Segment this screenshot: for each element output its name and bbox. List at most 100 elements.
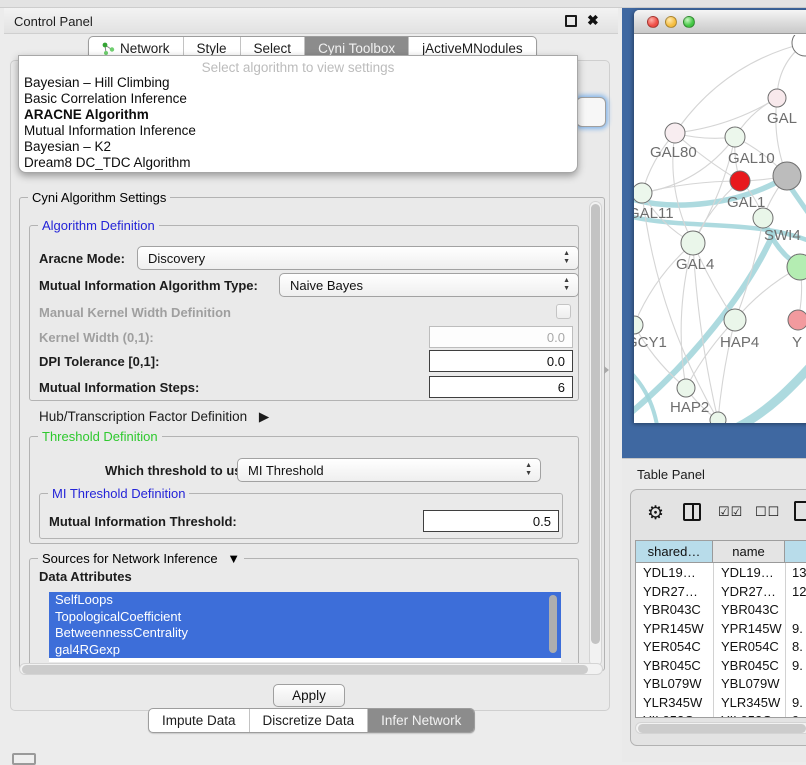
data-attributes-list[interactable]: SelfLoopsTopologicalCoefficientBetweenne… <box>49 592 561 662</box>
settings-vertical-scrollbar[interactable] <box>589 201 602 667</box>
gear-icon[interactable]: ⚙ <box>647 502 664 525</box>
tab-discretize-data[interactable]: Discretize Data <box>250 709 369 732</box>
table-cell[interactable]: 9. <box>792 695 803 710</box>
obscured-combo-focus-ring[interactable] <box>576 97 606 127</box>
network-node-hap2[interactable] <box>677 379 695 397</box>
network-node-hap4[interactable] <box>724 309 746 331</box>
kernel-width-field[interactable]: 0.0 <box>429 326 573 348</box>
algorithm-option[interactable]: Bayesian – K2 <box>19 139 577 155</box>
split-view-icon[interactable] <box>683 503 701 521</box>
column-header-name[interactable]: name <box>713 541 785 563</box>
tab-infer-network[interactable]: Infer Network <box>368 709 474 732</box>
table-cell[interactable]: 12 <box>792 584 806 599</box>
algorithm-option[interactable]: ARACNE Algorithm <box>19 107 577 123</box>
table-cell[interactable]: YDL19… <box>721 565 774 580</box>
docked-panel-icon[interactable] <box>12 753 36 765</box>
list-scrollbar-thumb[interactable] <box>549 595 557 653</box>
table-cell[interactable]: YPR145W <box>643 621 704 636</box>
mi-algorithm-type-value: Naive Bayes <box>290 278 363 293</box>
table-horizontal-scrollbar[interactable] <box>635 722 806 734</box>
table-cell[interactable]: YLR345W <box>643 695 702 710</box>
hub-definition-toggle[interactable]: Hub/Transcription Factor Definition ▶ <box>39 409 269 425</box>
table-cell[interactable]: 13 <box>792 565 806 580</box>
float-window-icon[interactable] <box>565 15 577 27</box>
mi-threshold-field[interactable]: 0.5 <box>423 510 559 532</box>
network-edge[interactable] <box>732 357 806 423</box>
deselect-all-icon[interactable]: ☐☐ <box>755 504 780 520</box>
close-traffic-light[interactable] <box>647 16 659 28</box>
manual-kernel-width-checkbox[interactable] <box>556 304 571 319</box>
table-panel-title: Table Panel <box>637 467 705 482</box>
apply-button[interactable]: Apply <box>273 684 345 707</box>
network-node-gal80[interactable] <box>665 123 685 143</box>
network-node-swi4[interactable] <box>753 208 773 228</box>
collapse-arrow-icon[interactable]: ▼ <box>227 551 240 566</box>
network-node-gal[interactable] <box>768 89 786 107</box>
top-toolbar-strip <box>0 0 806 8</box>
table-cell[interactable]: YIL052C <box>643 713 694 718</box>
attribute-item[interactable]: SelfLoops <box>49 592 561 609</box>
settings-hscroll-thumb[interactable] <box>22 665 588 674</box>
select-all-icon[interactable]: ☑☑ <box>718 504 743 520</box>
network-edge[interactable] <box>634 370 658 423</box>
network-edge[interactable] <box>675 98 777 133</box>
column-header-shared[interactable]: shared… <box>636 541 713 563</box>
node-label: HAP2 <box>670 399 709 416</box>
table-cell[interactable]: YER054C <box>643 639 701 654</box>
table-cell[interactable]: 9 <box>792 713 799 718</box>
close-icon[interactable]: ✖ <box>587 12 599 29</box>
document-icon[interactable] <box>794 501 806 521</box>
table-cell[interactable]: YBL079W <box>721 676 780 691</box>
network-window-titlebar[interactable] <box>634 10 806 34</box>
network-node-gal4[interactable] <box>681 231 705 255</box>
network-node-gcy1[interactable] <box>634 316 643 334</box>
panel-resize-handle[interactable] <box>604 366 609 374</box>
sources-title-text: Sources for Network Inference <box>42 551 218 566</box>
attribute-item[interactable]: TopologicalCoefficient <box>49 609 561 626</box>
table-cell[interactable]: 9. <box>792 658 803 673</box>
network-node-gal1[interactable] <box>730 171 750 191</box>
network-edge[interactable] <box>642 181 740 193</box>
settings-vscroll-thumb[interactable] <box>591 204 600 644</box>
table-cell[interactable]: YLR345W <box>721 695 780 710</box>
network-node[interactable] <box>773 162 801 190</box>
table-cell[interactable]: YIL052C <box>721 713 772 718</box>
network-node-gal10[interactable] <box>725 127 745 147</box>
algorithm-option[interactable]: Mutual Information Inference <box>19 123 577 139</box>
algorithm-option[interactable]: Dream8 DC_TDC Algorithm <box>19 155 577 171</box>
table-cell[interactable]: YDL19… <box>643 565 696 580</box>
network-node-y[interactable] <box>788 310 806 330</box>
table-cell[interactable]: 9. <box>792 621 803 636</box>
mi-algorithm-type-combo[interactable]: Naive Bayes ▲▼ <box>279 273 579 297</box>
minimize-traffic-light[interactable] <box>665 16 677 28</box>
settings-horizontal-scrollbar[interactable] <box>19 663 603 675</box>
which-threshold-combo[interactable]: MI Threshold ▲▼ <box>237 458 541 482</box>
table-cell[interactable]: YDR27… <box>643 584 698 599</box>
network-node[interactable] <box>710 412 726 423</box>
table-hscroll-thumb[interactable] <box>638 724 806 733</box>
table-cell[interactable]: YDR27… <box>721 584 776 599</box>
table-cell[interactable]: YER054C <box>721 639 779 654</box>
table-cell[interactable]: 8. <box>792 639 803 654</box>
node-table[interactable]: shared…name YDL19… YDL19… 13 YDR27… YDR27… 12 Y… <box>635 540 806 718</box>
tab-impute-data[interactable]: Impute Data <box>149 709 250 732</box>
table-cell[interactable]: YBR045C <box>721 658 779 673</box>
network-canvas[interactable]: GALGAL80GAL10GAL1GAL11SWI4GAL4GCY1HAP4YH… <box>634 35 806 423</box>
dpi-tolerance-field[interactable]: 0.0 <box>429 350 573 372</box>
zoom-traffic-light[interactable] <box>683 16 695 28</box>
network-node-gal11[interactable] <box>634 183 652 203</box>
attribute-item[interactable]: gal4RGexp <box>49 642 561 659</box>
table-cell[interactable]: YBR045C <box>643 658 701 673</box>
algorithm-option[interactable]: Basic Correlation Inference <box>19 91 577 107</box>
aracne-mode-combo[interactable]: Discovery ▲▼ <box>137 246 579 270</box>
table-cell[interactable]: YBR043C <box>643 602 701 617</box>
column-header[interactable] <box>785 541 806 563</box>
table-cell[interactable]: YBR043C <box>721 602 779 617</box>
tab-label: Network <box>120 41 170 56</box>
algorithm-option[interactable]: Bayesian – Hill Climbing <box>19 75 577 91</box>
dropdown-prompt: Select algorithm to view settings <box>19 60 577 75</box>
attribute-item[interactable]: BetweennessCentrality <box>49 625 561 642</box>
table-cell[interactable]: YPR145W <box>721 621 782 636</box>
mi-steps-field[interactable]: 6 <box>429 376 573 398</box>
table-cell[interactable]: YBL079W <box>643 676 702 691</box>
